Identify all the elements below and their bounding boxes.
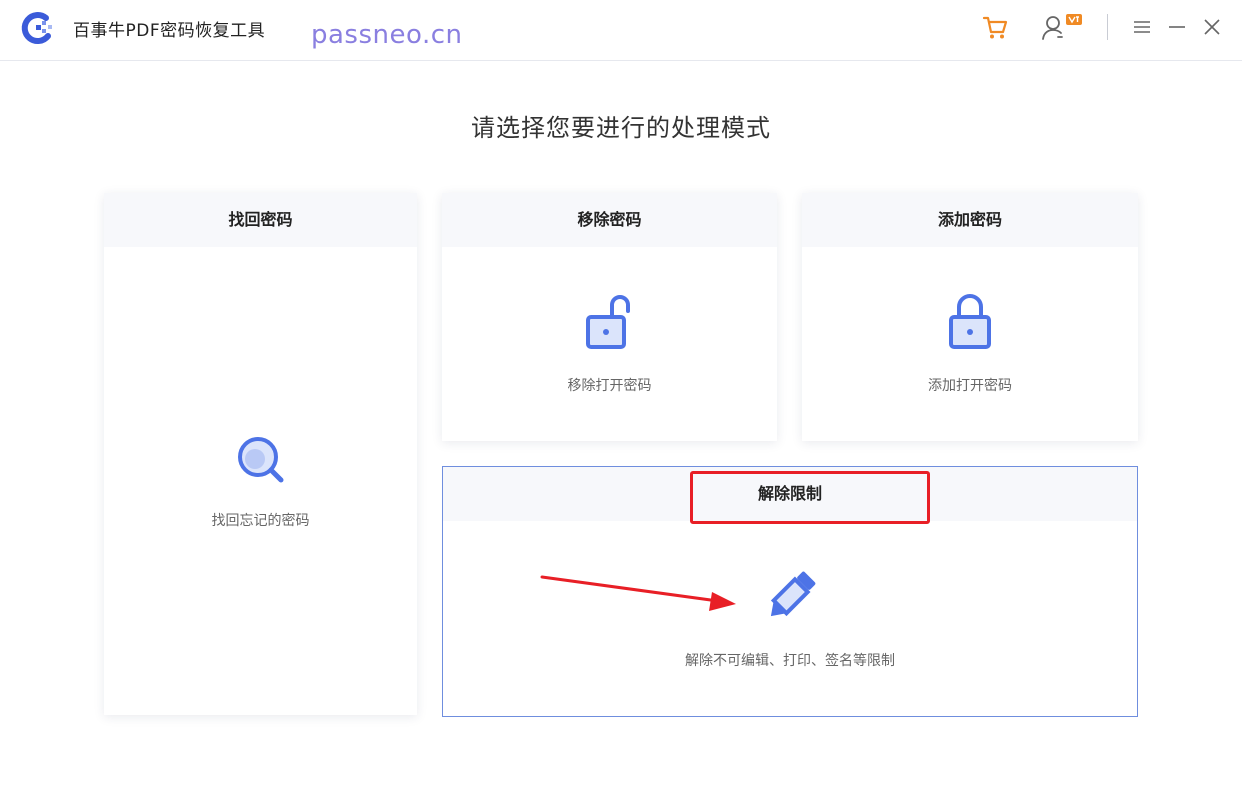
menu-icon xyxy=(1134,21,1150,33)
pencil-icon xyxy=(760,567,820,631)
card-title: 添加密码 xyxy=(802,193,1138,247)
card-description: 找回忘记的密码 xyxy=(211,513,310,529)
card-description: 移除打开密码 xyxy=(567,378,652,394)
mode-card-remove-restrictions[interactable]: 解除限制 解除不可编辑、打印、签名等限制 xyxy=(442,466,1138,717)
card-description: 解除不可编辑、打印、签名等限制 xyxy=(685,653,895,669)
card-title: 移除密码 xyxy=(442,193,777,247)
cart-icon xyxy=(982,16,1008,39)
close-button[interactable] xyxy=(1200,10,1224,44)
cart-button[interactable] xyxy=(978,10,1012,44)
card-description: 添加打开密码 xyxy=(928,378,1012,394)
card-title: 找回密码 xyxy=(104,193,417,247)
unlock-icon xyxy=(580,291,640,355)
page-heading: 请选择您要进行的处理模式 xyxy=(471,114,771,142)
lock-icon xyxy=(945,291,995,355)
mode-card-remove-password[interactable]: 移除密码 移除打开密码 xyxy=(442,193,777,441)
user-vip-icon xyxy=(1042,14,1082,40)
close-icon xyxy=(1204,19,1220,35)
card-title: 解除限制 xyxy=(443,467,1137,521)
minimize-button[interactable] xyxy=(1165,10,1189,44)
account-button[interactable] xyxy=(1036,10,1086,44)
app-title: 百事牛PDF密码恢复工具 xyxy=(73,21,266,41)
mode-card-recover-password[interactable]: 找回密码 找回忘记的密码 xyxy=(104,193,417,715)
titlebar-divider xyxy=(1107,14,1108,40)
app-logo-icon xyxy=(18,10,58,46)
watermark-text: passneo.cn xyxy=(311,20,463,50)
minimize-icon xyxy=(1169,26,1185,28)
mode-card-add-password[interactable]: 添加密码 添加打开密码 xyxy=(802,193,1138,441)
search-icon xyxy=(234,433,288,491)
menu-button[interactable] xyxy=(1130,10,1154,44)
title-bar: 百事牛PDF密码恢复工具 passneo.cn xyxy=(0,0,1242,61)
